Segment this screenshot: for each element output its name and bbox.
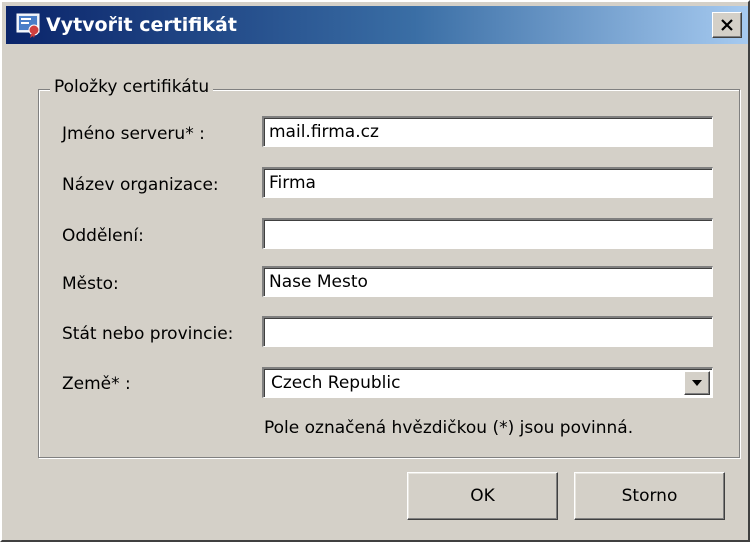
department-label: Oddělení: — [62, 226, 144, 246]
country-select[interactable]: Czech Republic — [262, 367, 713, 398]
organization-label: Název organizace: — [62, 175, 219, 195]
close-button[interactable] — [712, 12, 742, 38]
dialog-title: Vytvořit certifikát — [46, 14, 237, 36]
close-icon — [721, 19, 733, 31]
server-name-field[interactable]: mail.firma.cz — [262, 116, 713, 147]
title-bar[interactable]: Vytvořit certifikát — [6, 6, 748, 44]
city-field[interactable]: Nase Mesto — [262, 266, 713, 297]
country-dropdown-button[interactable] — [684, 371, 710, 395]
required-fields-note: Pole označená hvězdičkou (*) jsou povinn… — [264, 418, 634, 438]
organization-field[interactable]: Firma — [262, 167, 713, 198]
dialog-window: Vytvořit certifikát Položky certifikátu … — [0, 0, 750, 542]
certificate-icon — [16, 13, 40, 38]
chevron-down-icon — [692, 380, 702, 386]
country-label: Země* : — [62, 374, 131, 394]
city-label: Město: — [62, 274, 119, 294]
country-selected-value: Czech Republic — [271, 373, 401, 393]
state-label: Stát nebo provincie: — [62, 324, 234, 344]
group-title: Položky certifikátu — [50, 77, 214, 97]
cancel-button[interactable]: Storno — [574, 472, 725, 520]
state-field[interactable] — [262, 316, 713, 347]
server-name-label: Jméno serveru* : — [62, 124, 205, 144]
ok-button[interactable]: OK — [407, 472, 558, 520]
department-field[interactable] — [262, 218, 713, 249]
